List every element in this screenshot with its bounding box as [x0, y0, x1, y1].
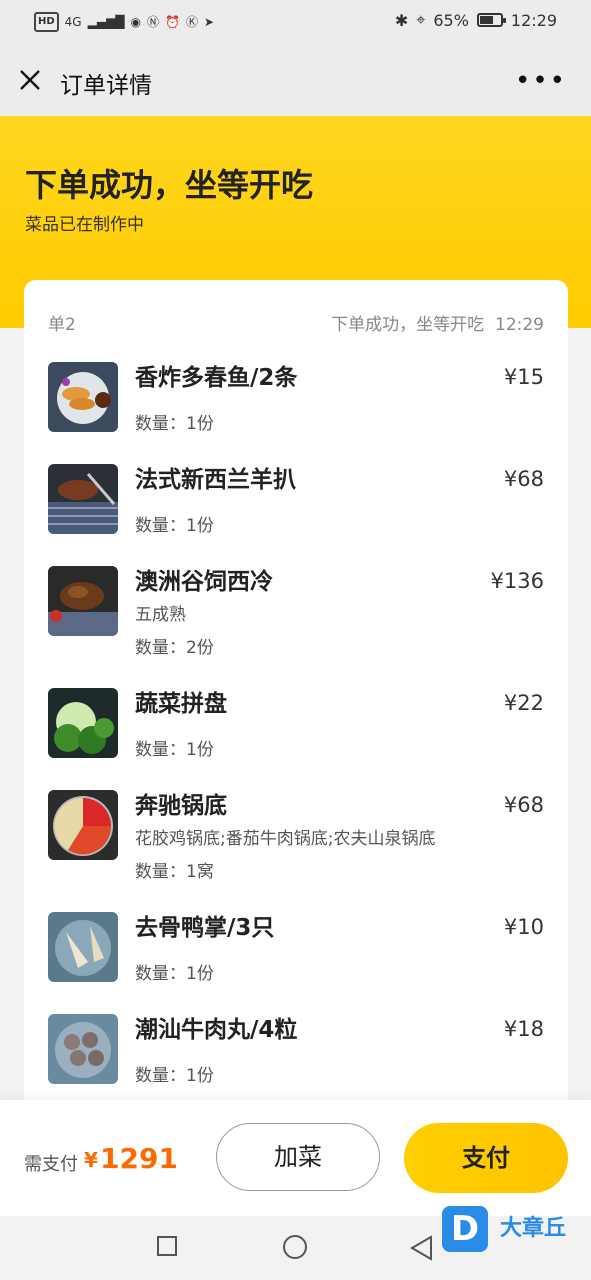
dish-quantity: 数量：1份	[135, 1066, 214, 1086]
dish-price: ¥10	[503, 915, 544, 939]
pay-currency: ¥	[84, 1148, 98, 1172]
dish-price: ¥18	[503, 1017, 544, 1041]
add-dish-button[interactable]: 加菜	[216, 1123, 380, 1191]
signal-bars-icon: ▂▄▆█	[87, 15, 125, 29]
pay-label: 需支付	[24, 1154, 78, 1175]
table-number: 单2	[48, 315, 76, 335]
dish-quantity: 数量：1份	[135, 516, 214, 536]
list-item[interactable]: 香炸多春鱼/2条 ¥15 数量：1份	[48, 362, 544, 464]
dish-quantity: 数量：1份	[135, 414, 214, 434]
dish-quantity: 数量：1份	[135, 964, 214, 984]
dish-thumbnail	[48, 1014, 118, 1084]
clock-time: 12:29	[510, 10, 557, 30]
battery-icon	[476, 13, 506, 27]
alarm-icon: ⏰	[165, 15, 180, 29]
location-icon: ⌖	[416, 10, 426, 29]
dish-name: 潮汕牛肉丸/4粒	[135, 1017, 298, 1043]
pay-amount: 1291	[100, 1142, 178, 1175]
dish-name: 澳洲谷饲西冷	[135, 569, 273, 595]
battery-percent: 65%	[433, 10, 469, 30]
k-icon: Ⓚ	[185, 15, 198, 29]
dish-thumbnail	[48, 688, 118, 758]
dish-thumbnail	[48, 362, 118, 432]
dish-quantity: 数量：1份	[135, 740, 214, 760]
list-item[interactable]: 蔬菜拼盘 ¥22 数量：1份	[48, 688, 544, 790]
page-title: 订单详情	[60, 73, 152, 99]
order-status-text: 下单成功，坐等开吃	[331, 315, 485, 335]
dish-name: 蔬菜拼盘	[135, 691, 227, 717]
hero-title: 下单成功，坐等开吃	[25, 166, 314, 204]
order-time: 12:29	[495, 315, 544, 335]
pay-button[interactable]: 支付	[404, 1123, 568, 1193]
list-item[interactable]: 去骨鸭掌/3只 ¥10 数量：1份	[48, 912, 544, 1014]
list-item[interactable]: 奔驰锅底 ¥68 花胶鸡锅底;番茄牛肉锅底;农夫山泉锅底 数量：1窝	[48, 790, 544, 912]
dish-name: 法式新西兰羊扒	[135, 467, 296, 493]
watermark-text: 大章丘	[500, 1216, 567, 1241]
status-icons-left: HD 4G ▂▄▆█ ◉ Ⓝ ⏰ Ⓚ ➤	[34, 12, 214, 32]
dish-thumbnail	[48, 566, 118, 636]
status-icons-right: ✱ ⌖ 65% 12:29	[395, 10, 557, 30]
dish-thumbnail	[48, 790, 118, 860]
home-icon[interactable]	[283, 1235, 307, 1259]
watermark-logo: D	[442, 1206, 488, 1252]
dish-price: ¥68	[503, 793, 544, 817]
checkout-bar: 需支付 ¥ 1291 加菜 支付	[0, 1100, 591, 1216]
nav-bar: 订单详情 •••	[0, 44, 591, 116]
dish-name: 去骨鸭掌/3只	[135, 915, 275, 941]
dish-name: 奔驰锅底	[135, 793, 227, 819]
dish-price: ¥68	[503, 467, 544, 491]
hd-icon: HD	[34, 12, 59, 32]
dish-price: ¥136	[490, 569, 544, 593]
order-card: 单2 下单成功，坐等开吃 12:29 香炸多春鱼/2条 ¥15 数量：1份 法式…	[24, 280, 568, 1120]
hero-subtitle: 菜品已在制作中	[25, 215, 144, 235]
back-icon[interactable]	[409, 1234, 433, 1262]
dish-name: 香炸多春鱼/2条	[135, 365, 298, 391]
status-bar: HD 4G ▂▄▆█ ◉ Ⓝ ⏰ Ⓚ ➤ ✱ ⌖ 65% 12:29	[0, 0, 591, 44]
dish-thumbnail	[48, 912, 118, 982]
dish-quantity: 数量：2份	[135, 638, 214, 658]
nfc-icon: Ⓝ	[147, 15, 160, 29]
eye-icon: ◉	[130, 15, 142, 29]
dish-thumbnail	[48, 464, 118, 534]
dish-price: ¥22	[503, 691, 544, 715]
list-item[interactable]: 法式新西兰羊扒 ¥68 数量：1份	[48, 464, 544, 566]
dish-quantity: 数量：1窝	[135, 862, 214, 882]
bluetooth-icon: ✱	[394, 10, 409, 30]
order-items-list: 香炸多春鱼/2条 ¥15 数量：1份 法式新西兰羊扒 ¥68 数量：1份 澳洲谷…	[48, 362, 544, 1116]
send-icon: ➤	[204, 15, 215, 29]
dish-spec: 花胶鸡锅底;番茄牛肉锅底;农夫山泉锅底	[135, 829, 436, 849]
recent-apps-icon[interactable]	[157, 1236, 177, 1256]
dish-spec: 五成熟	[135, 605, 186, 625]
close-icon[interactable]	[18, 68, 42, 92]
watermark: D 大章丘	[442, 1204, 587, 1256]
signal-icon: 4G	[64, 15, 82, 29]
dish-price: ¥15	[503, 365, 544, 389]
more-icon[interactable]: •••	[515, 66, 567, 96]
list-item[interactable]: 澳洲谷饲西冷 ¥136 五成熟 数量：2份	[48, 566, 544, 688]
order-status: 下单成功，坐等开吃 12:29	[331, 310, 544, 335]
